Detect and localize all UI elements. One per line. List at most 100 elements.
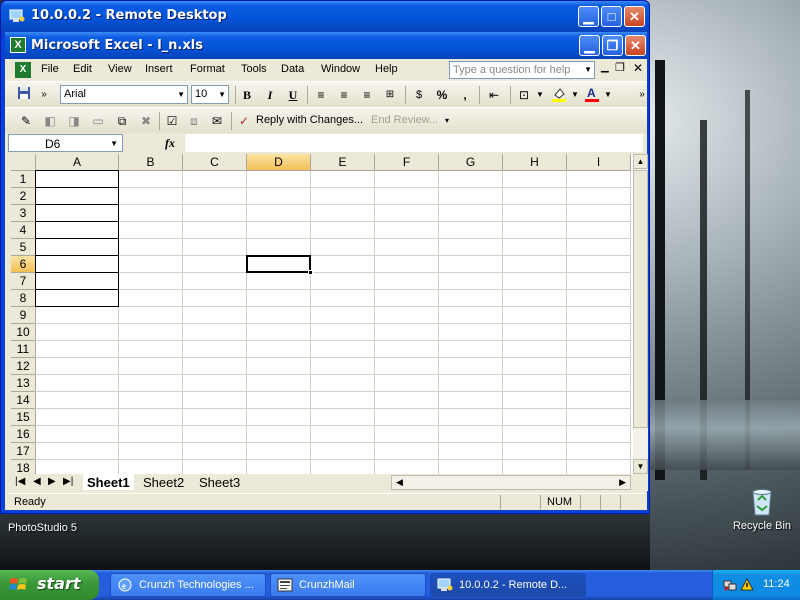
align-left-icon[interactable]: ≡ [312,86,330,104]
bordered-cell-a4[interactable] [35,221,119,239]
reply-changes-icon[interactable]: ✓ [235,112,253,130]
row-header-8[interactable]: 8 [11,290,36,307]
horizontal-scrollbar[interactable]: ◀ ▶ [391,475,631,490]
row-header-10[interactable]: 10 [11,324,36,341]
remote-desktop-title-bar[interactable]: 10.0.0.2 - Remote Desktop ▁ □ ✕ [1,1,649,31]
menu-file[interactable]: File [41,63,59,75]
row-header-16[interactable]: 16 [11,426,36,443]
toolbar-options-icon[interactable]: ▾ [445,116,449,125]
remote-minimize-button[interactable]: ▁ [578,6,599,27]
reply-with-changes-button[interactable]: Reply with Changes... [256,114,363,126]
percent-icon[interactable]: % [433,86,451,104]
update-file-icon[interactable]: ⧈ [185,112,203,130]
last-sheet-icon[interactable]: ▶| [63,476,73,487]
bordered-cell-a8[interactable] [35,289,119,307]
start-button[interactable]: start [0,570,99,600]
sheet-tab-sheet3[interactable]: Sheet3 [195,474,244,490]
doc-restore-icon[interactable]: ❐ [615,61,625,74]
comma-style-icon[interactable]: , [456,86,474,104]
column-header-b[interactable]: B [119,154,183,171]
chevron-down-icon[interactable]: ▼ [566,86,584,104]
decrease-indent-icon[interactable]: ⇤ [485,86,503,104]
font-name-select[interactable]: Arial ▼ [60,85,188,104]
row-header-18[interactable]: 18 [11,460,36,474]
menu-tools[interactable]: Tools [241,63,267,75]
menu-help[interactable]: Help [375,63,398,75]
bordered-cell-a7[interactable] [35,272,119,290]
previous-comment-icon[interactable]: ◧ [41,112,59,130]
taskbar-item-crunzhmail[interactable]: CrunzhMail [270,573,426,597]
chevron-down-icon[interactable]: ▼ [584,65,592,74]
column-header-a[interactable]: A [36,154,119,171]
prev-sheet-icon[interactable]: ◀ [33,476,41,487]
next-comment-icon[interactable]: ◨ [65,112,83,130]
underline-icon[interactable]: U [284,86,302,104]
column-header-i[interactable]: I [567,154,631,171]
excel-close-button[interactable]: ✕ [625,35,646,56]
active-cell[interactable] [246,255,311,273]
save-icon[interactable] [15,86,33,104]
bold-icon[interactable]: B [238,86,256,104]
excel-title-bar[interactable]: X Microsoft Excel - l_n.xls ▁ ❐ ✕ [5,32,647,59]
doc-minimize-icon[interactable]: ▁ [601,62,609,73]
row-header-15[interactable]: 15 [11,409,36,426]
show-all-comments-icon[interactable]: ⧉ [113,112,131,130]
doc-close-icon[interactable]: ✕ [633,61,643,75]
toolbar-overflow-icon[interactable]: » [633,86,651,104]
worksheet-grid[interactable]: A B C D E F G H I 1 2 3 4 5 6 7 8 9 10 11 12 13 14 15 16 17 18 [11,154,633,474]
row-header-6[interactable]: 6 [11,256,36,273]
row-header-17[interactable]: 17 [11,443,36,460]
insert-function-icon[interactable]: fx [165,136,175,151]
new-comment-icon[interactable]: ✎ [17,112,35,130]
chevron-down-icon[interactable]: ▼ [599,86,617,104]
scroll-up-icon[interactable]: ▲ [633,154,648,169]
fill-handle[interactable] [308,270,313,275]
row-header-4[interactable]: 4 [11,222,36,239]
menu-view[interactable]: View [108,63,132,75]
row-header-3[interactable]: 3 [11,205,36,222]
bordered-cell-a6[interactable] [35,255,119,273]
scroll-right-icon[interactable]: ▶ [619,477,626,488]
vertical-scrollbar[interactable]: ▲ ▼ [633,154,648,474]
column-header-f[interactable]: F [375,154,439,171]
bordered-cell-a5[interactable] [35,238,119,256]
column-header-c[interactable]: C [183,154,247,171]
row-header-13[interactable]: 13 [11,375,36,392]
column-header-d[interactable]: D [247,154,311,171]
excel-minimize-button[interactable]: ▁ [579,35,600,56]
sheet-tab-sheet2[interactable]: Sheet2 [139,474,188,490]
row-header-14[interactable]: 14 [11,392,36,409]
row-header-9[interactable]: 9 [11,307,36,324]
chevron-down-icon[interactable]: ▼ [531,86,549,104]
track-changes-icon[interactable]: ☑ [163,112,181,130]
row-header-12[interactable]: 12 [11,358,36,375]
align-center-icon[interactable]: ≡ [335,86,353,104]
end-review-button[interactable]: End Review... [371,114,438,126]
excel-restore-button[interactable]: ❐ [602,35,623,56]
workbook-icon[interactable]: X [15,62,31,78]
scroll-left-icon[interactable]: ◀ [396,477,403,488]
scroll-thumb[interactable] [633,170,648,428]
bordered-cell-a3[interactable] [35,204,119,222]
row-header-2[interactable]: 2 [11,188,36,205]
menu-insert[interactable]: Insert [145,63,173,75]
delete-comment-icon[interactable]: ✖ [137,112,155,130]
row-header-11[interactable]: 11 [11,341,36,358]
column-header-e[interactable]: E [311,154,375,171]
toolbar-options-icon[interactable]: » [35,86,53,104]
menu-window[interactable]: Window [321,63,360,75]
first-sheet-icon[interactable]: |◀ [15,476,25,487]
menu-data[interactable]: Data [281,63,304,75]
help-search-input[interactable]: Type a question for help ▼ [449,61,595,79]
merge-center-icon[interactable]: ⊞ [381,86,399,104]
name-box[interactable]: D6 ▼ [8,134,123,152]
row-header-7[interactable]: 7 [11,273,36,290]
menu-format[interactable]: Format [190,63,225,75]
column-header-g[interactable]: G [439,154,503,171]
font-size-select[interactable]: 10 ▼ [191,85,229,104]
column-header-h[interactable]: H [503,154,567,171]
remote-close-button[interactable]: ✕ [624,6,645,27]
bordered-cell-a1[interactable] [35,170,119,188]
menu-edit[interactable]: Edit [73,63,92,75]
row-header-1[interactable]: 1 [11,171,36,188]
